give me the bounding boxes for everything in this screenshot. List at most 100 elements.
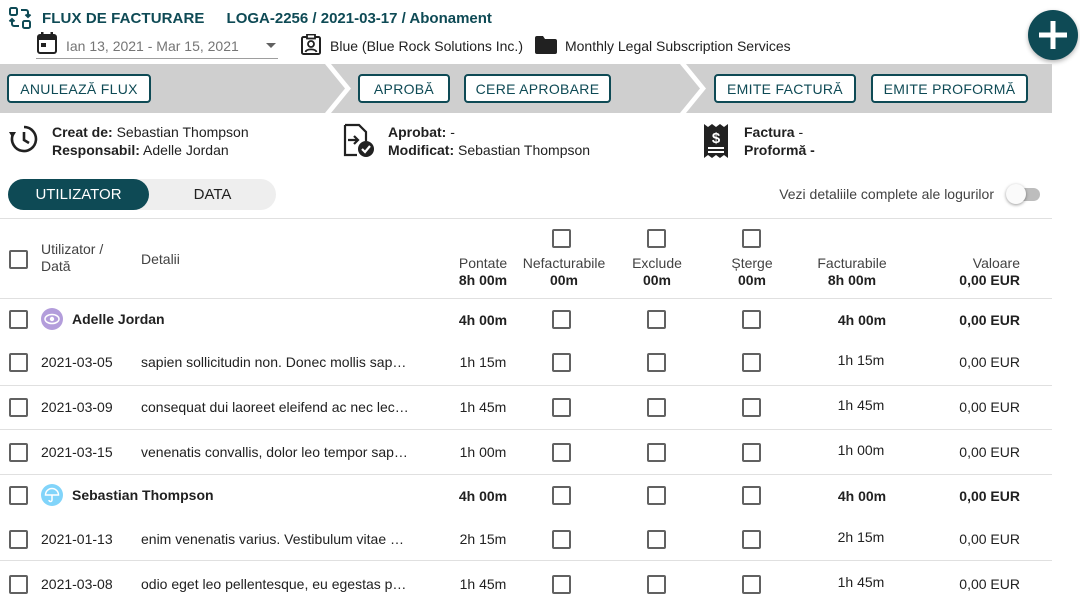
issue-proforma-button[interactable]: EMITE PROFORMĂ (871, 74, 1028, 103)
request-approval-button[interactable]: CERE APROBARE (464, 74, 611, 103)
header-user-date-line1: Utilizator / (41, 241, 104, 257)
entry-details: odio eget leo pellentesque, eu egestas p… (141, 576, 407, 592)
row-checkbox[interactable] (9, 398, 28, 417)
billable-time[interactable]: 2h 15m (811, 529, 911, 545)
divider (0, 385, 1052, 386)
workflow-icon (8, 6, 32, 30)
full-log-switch[interactable] (1006, 184, 1042, 204)
exclude-checkbox[interactable] (647, 398, 666, 417)
date-range-select[interactable]: Ian 13, 2021 - Mar 15, 2021 (36, 31, 278, 60)
exclude-checkbox[interactable] (647, 443, 666, 462)
cancel-flow-button[interactable]: ANULEAZĂ FLUX (7, 74, 151, 103)
proforma-label: Proformă (744, 142, 807, 158)
exclude-checkbox[interactable] (647, 353, 666, 372)
billable-time[interactable]: 1h 45m (811, 574, 911, 590)
row-checkbox[interactable] (9, 310, 28, 329)
header-logged-label: Pontate (458, 255, 508, 271)
approval-info: Aprobat: - Modificat: Sebastian Thompson (342, 123, 590, 159)
nonbillable-checkbox[interactable] (552, 443, 571, 462)
date-range-value: Ian 13, 2021 - Mar 15, 2021 (66, 37, 239, 54)
header-delete-label: Șterge (731, 255, 773, 271)
nonbillable-checkbox[interactable] (552, 353, 571, 372)
entry-details: enim venenatis varius. Vestibulum vitae … (141, 531, 405, 547)
logged-time: 1h 00m (459, 444, 507, 460)
header-exclude-total: 00m (642, 272, 672, 288)
header-exclude-label: Exclude (632, 255, 682, 271)
contact-card-icon (300, 33, 322, 59)
divider (0, 218, 1052, 219)
responsible-label: Responsabil: (52, 142, 140, 158)
divider (0, 298, 1052, 299)
logged-time: 2h 15m (459, 531, 507, 547)
billable-time[interactable]: 1h 15m (811, 352, 911, 368)
user-name: Adelle Jordan (72, 311, 165, 327)
header-value-total: 0,00 EUR (959, 272, 1020, 288)
delete-checkbox[interactable] (742, 575, 761, 594)
header-exclude: Exclude 00m (617, 255, 697, 289)
exclude-checkbox[interactable] (647, 310, 666, 329)
modified-label: Modificat: (388, 142, 455, 158)
billable-time[interactable]: 1h 45m (811, 397, 911, 413)
delete-checkbox[interactable] (742, 310, 761, 329)
header-value: Valoare 0,00 EUR (920, 255, 1020, 289)
exclude-all-checkbox[interactable] (647, 229, 666, 248)
entry-date: 2021-03-08 (41, 576, 113, 592)
nonbillable-checkbox[interactable] (552, 530, 571, 549)
approved-label: Aprobat: (388, 124, 447, 140)
delete-checkbox[interactable] (742, 398, 761, 417)
select-all-checkbox[interactable] (9, 250, 28, 269)
nonbillable-all-checkbox[interactable] (552, 229, 571, 248)
delete-checkbox[interactable] (742, 353, 761, 372)
add-button[interactable] (1028, 10, 1078, 60)
approve-button[interactable]: APROBĂ (358, 74, 450, 103)
header-title: FLUX DE FACTURARE LOGA-2256 / 2021-03-17… (8, 6, 492, 30)
row-checkbox[interactable] (9, 575, 28, 594)
row-checkbox[interactable] (9, 486, 28, 505)
tab-date[interactable]: DATA (149, 179, 276, 210)
exclude-checkbox[interactable] (647, 575, 666, 594)
delete-checkbox[interactable] (742, 443, 761, 462)
invoice-value: - (798, 124, 804, 140)
eye-icon (44, 313, 60, 325)
delete-checkbox[interactable] (742, 530, 761, 549)
exclude-checkbox[interactable] (647, 486, 666, 505)
delete-all-checkbox[interactable] (742, 229, 761, 248)
approved-value: - (450, 124, 455, 140)
billable-time: 4h 00m (837, 488, 887, 504)
header-delete-total: 00m (737, 272, 767, 288)
logged-time: 4h 00m (458, 488, 508, 504)
avatar (41, 308, 63, 330)
billable-time: 4h 00m (837, 312, 887, 328)
row-checkbox[interactable] (9, 353, 28, 372)
calendar-icon (36, 31, 58, 60)
issue-invoice-button[interactable]: EMITE FACTURĂ (714, 74, 856, 103)
header-delete: Șterge 00m (712, 255, 792, 289)
row-value: 0,00 EUR (959, 576, 1020, 592)
row-checkbox[interactable] (9, 443, 28, 462)
entry-details: consequat dui laoreet eleifend ac nec le… (141, 399, 409, 415)
plus-icon (1039, 21, 1067, 49)
service-name: Monthly Legal Subscription Services (564, 38, 791, 54)
nonbillable-checkbox[interactable] (552, 310, 571, 329)
view-toggle: UTILIZATOR DATA (8, 179, 276, 210)
entry-details: sapien sollicitudin non. Donec mollis sa… (141, 354, 407, 370)
divider (0, 560, 1052, 561)
nonbillable-checkbox[interactable] (552, 486, 571, 505)
invoice-info: $ Factura - Proformă - (703, 123, 815, 159)
nonbillable-checkbox[interactable] (552, 575, 571, 594)
header-value-label: Valoare (972, 255, 1020, 271)
billable-time[interactable]: 1h 00m (811, 442, 911, 458)
exclude-checkbox[interactable] (647, 530, 666, 549)
row-checkbox[interactable] (9, 530, 28, 549)
nonbillable-checkbox[interactable] (552, 398, 571, 417)
header-logged: Pontate 8h 00m (448, 255, 518, 289)
tab-user[interactable]: UTILIZATOR (8, 179, 149, 210)
folder-icon (534, 35, 557, 57)
logged-time: 1h 15m (459, 354, 507, 370)
entry-details: venenatis convallis, dolor leo tempor sa… (141, 444, 408, 460)
logged-time: 1h 45m (459, 576, 507, 592)
proforma-value: - (810, 142, 815, 158)
delete-checkbox[interactable] (742, 486, 761, 505)
app-name: FLUX DE FACTURARE (42, 9, 205, 27)
chevron-down-icon (266, 43, 276, 48)
